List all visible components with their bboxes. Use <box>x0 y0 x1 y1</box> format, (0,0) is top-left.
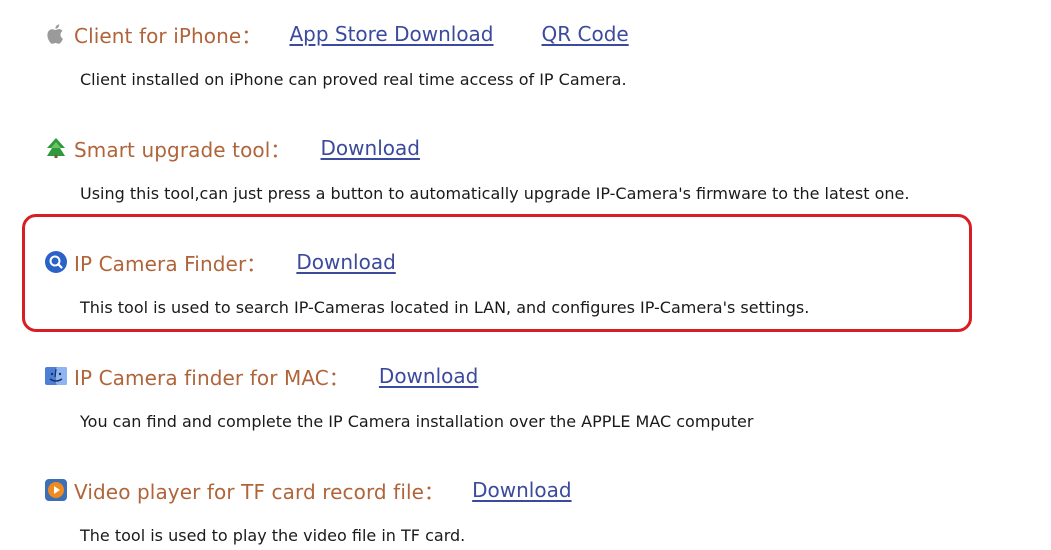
apple-icon <box>44 22 68 46</box>
video-player-icon <box>44 478 68 502</box>
item-title: IP Camera Finder： <box>74 251 267 276</box>
item-description: Using this tool,can just press a button … <box>80 184 910 203</box>
item-description: The tool is used to play the video file … <box>80 526 466 545</box>
download-link[interactable]: Download <box>296 250 395 274</box>
search-icon <box>44 250 68 274</box>
download-link[interactable]: Download <box>321 136 420 160</box>
item-description: Client installed on iPhone can proved re… <box>80 70 627 89</box>
download-link[interactable]: Download <box>472 478 571 502</box>
item-title-row: Video player for TF card record file： Do… <box>44 476 572 504</box>
item-title-row: IP Camera finder for MAC： Download <box>44 362 478 390</box>
item-title-row: IP Camera Finder： Download <box>44 248 396 276</box>
qr-code-link[interactable]: QR Code <box>542 22 629 46</box>
app-store-download-link[interactable]: App Store Download <box>289 22 493 46</box>
item-title: Client for iPhone： <box>74 23 262 48</box>
item-title-row: Smart upgrade tool： Download <box>44 134 420 162</box>
item-title: Video player for TF card record file： <box>74 479 445 504</box>
item-title-row: Client for iPhone： App Store Download QR… <box>44 20 629 48</box>
item-title: IP Camera finder for MAC： <box>74 365 349 390</box>
mac-finder-icon <box>44 364 68 388</box>
download-link[interactable]: Download <box>379 364 478 388</box>
item-description: You can find and complete the IP Camera … <box>80 412 754 431</box>
item-title: Smart upgrade tool： <box>74 137 291 162</box>
item-description: This tool is used to search IP-Cameras l… <box>80 298 810 317</box>
upgrade-tree-icon <box>44 136 68 160</box>
